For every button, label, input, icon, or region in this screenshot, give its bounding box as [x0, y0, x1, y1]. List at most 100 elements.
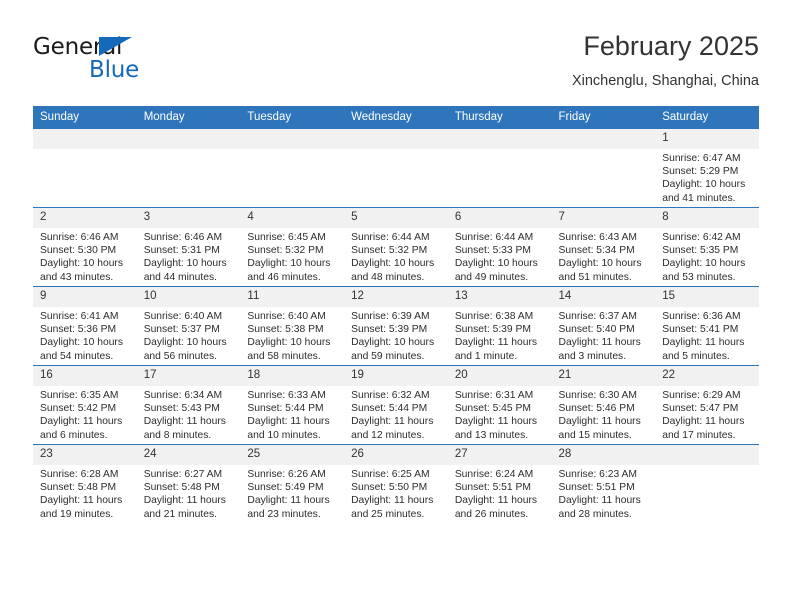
daylight-text: Daylight: 11 hours and 13 minutes. — [454, 416, 538, 441]
daylight-text: Daylight: 11 hours and 21 minutes. — [143, 495, 226, 520]
daylight-text: Daylight: 11 hours and 23 minutes. — [247, 495, 330, 520]
weekday-header-saturday: Saturday — [655, 106, 759, 129]
daylight-text: Daylight: 11 hours and 10 minutes. — [247, 416, 330, 441]
calendar-week-row: 1 Sunrise: 6:47 AM Sunset: 5:29 PM Daylight… — [33, 129, 759, 208]
sunrise-text: Sunrise: 6:25 AM — [351, 469, 430, 480]
day-number: 2 — [33, 208, 137, 228]
daylight-text: Daylight: 10 hours and 41 minutes. — [662, 179, 746, 204]
calendar-day-cell[interactable]: 19 Sunrise: 6:32 AM Sunset: 5:44 PM Dayligh… — [344, 365, 448, 445]
calendar-day-cell[interactable]: 15 Sunrise: 6:36 AM Sunset: 5:41 PM Dayligh… — [655, 286, 759, 366]
sunrise-text: Sunrise: 6:30 AM — [558, 390, 637, 401]
sunrise-text: Sunrise: 6:38 AM — [454, 311, 534, 322]
calendar-day-cell[interactable]: 7 Sunrise: 6:43 AM Sunset: 5:34 PM Daylight… — [551, 207, 656, 287]
day-number — [344, 129, 448, 149]
sunset-text: Sunset: 5:51 PM — [454, 482, 531, 494]
calendar-day-cell[interactable]: 5 Sunrise: 6:44 AM Sunset: 5:32 PM Daylight… — [344, 207, 448, 287]
day-number: 25 — [240, 445, 345, 465]
day-details: Sunrise: 6:36 AM Sunset: 5:41 PM Daylight:… — [655, 307, 759, 363]
daylight-text: Daylight: 11 hours and 28 minutes. — [558, 495, 641, 520]
day-number — [240, 129, 345, 149]
general-blue-logo[interactable]: General Blue — [33, 34, 263, 90]
sunset-text: Sunset: 5:34 PM — [558, 245, 635, 257]
sunrise-text: Sunrise: 6:29 AM — [662, 390, 741, 401]
day-details: Sunrise: 6:25 AM Sunset: 5:50 PM Daylight:… — [344, 465, 448, 521]
day-number: 13 — [447, 287, 552, 307]
day-details: Sunrise: 6:44 AM Sunset: 5:33 PM Daylight:… — [448, 228, 552, 284]
day-details: Sunrise: 6:46 AM Sunset: 5:31 PM Daylight:… — [137, 228, 241, 284]
sunrise-text: Sunrise: 6:34 AM — [143, 390, 223, 401]
daylight-text: Daylight: 10 hours and 58 minutes. — [247, 337, 331, 362]
day-details: Sunrise: 6:26 AM Sunset: 5:49 PM Daylight:… — [240, 465, 344, 521]
calendar-day-cell-empty — [551, 129, 656, 208]
day-number: 16 — [33, 366, 137, 386]
daylight-text: Daylight: 11 hours and 5 minutes. — [662, 337, 745, 362]
calendar-day-cell[interactable]: 27 Sunrise: 6:24 AM Sunset: 5:51 PM Dayligh… — [447, 444, 552, 523]
daylight-text: Daylight: 10 hours and 51 minutes. — [558, 258, 642, 283]
calendar-day-cell[interactable]: 28 Sunrise: 6:23 AM Sunset: 5:51 PM Dayligh… — [551, 444, 656, 523]
day-number: 4 — [240, 208, 345, 228]
day-details: Sunrise: 6:45 AM Sunset: 5:32 PM Daylight:… — [240, 228, 344, 284]
sunrise-text: Sunrise: 6:24 AM — [454, 469, 534, 480]
day-number: 20 — [447, 366, 552, 386]
calendar-week-row: 23 Sunrise: 6:28 AM Sunset: 5:48 PM Dayligh… — [33, 444, 759, 523]
day-details: Sunrise: 6:43 AM Sunset: 5:34 PM Daylight:… — [552, 228, 656, 284]
sunrise-text: Sunrise: 6:32 AM — [351, 390, 430, 401]
calendar-day-cell[interactable]: 12 Sunrise: 6:39 AM Sunset: 5:39 PM Dayligh… — [344, 286, 448, 366]
calendar-day-cell[interactable]: 13 Sunrise: 6:38 AM Sunset: 5:39 PM Dayligh… — [447, 286, 552, 366]
calendar-day-cell[interactable]: 2 Sunrise: 6:46 AM Sunset: 5:30 PM Daylight… — [33, 207, 137, 287]
calendar-day-cell[interactable]: 17 Sunrise: 6:34 AM Sunset: 5:43 PM Dayligh… — [136, 365, 241, 445]
day-number: 15 — [655, 287, 759, 307]
calendar-day-cell-empty — [33, 129, 137, 208]
daylight-text: Daylight: 11 hours and 25 minutes. — [351, 495, 434, 520]
daylight-text: Daylight: 10 hours and 59 minutes. — [351, 337, 435, 362]
title-block: February 2025 Xinchenglu, Shanghai, Chin… — [572, 30, 759, 92]
weekday-header-thursday: Thursday — [447, 106, 552, 129]
calendar-day-cell[interactable]: 18 Sunrise: 6:33 AM Sunset: 5:44 PM Dayligh… — [240, 365, 345, 445]
day-number: 5 — [344, 208, 448, 228]
sunset-text: Sunset: 5:47 PM — [662, 403, 739, 415]
calendar-day-cell[interactable]: 26 Sunrise: 6:25 AM Sunset: 5:50 PM Dayligh… — [344, 444, 448, 523]
sunset-text: Sunset: 5:36 PM — [40, 324, 117, 336]
calendar-day-cell[interactable]: 6 Sunrise: 6:44 AM Sunset: 5:33 PM Daylight… — [447, 207, 552, 287]
day-number: 26 — [344, 445, 448, 465]
calendar-day-cell[interactable]: 20 Sunrise: 6:31 AM Sunset: 5:45 PM Dayligh… — [447, 365, 552, 445]
sunrise-sunset-calendar-table: Sunday Monday Tuesday Wednesday Thursday… — [33, 106, 759, 523]
calendar-day-cell[interactable]: 3 Sunrise: 6:46 AM Sunset: 5:31 PM Daylight… — [136, 207, 241, 287]
daylight-text: Daylight: 11 hours and 26 minutes. — [454, 495, 538, 520]
calendar-day-cell[interactable]: 25 Sunrise: 6:26 AM Sunset: 5:49 PM Dayligh… — [240, 444, 345, 523]
calendar-day-cell-empty — [136, 129, 241, 208]
sunrise-text: Sunrise: 6:39 AM — [351, 311, 430, 322]
sunrise-text: Sunrise: 6:26 AM — [247, 469, 326, 480]
sunset-text: Sunset: 5:32 PM — [351, 245, 428, 257]
day-number: 11 — [240, 287, 345, 307]
calendar-day-cell[interactable]: 10 Sunrise: 6:40 AM Sunset: 5:37 PM Dayligh… — [136, 286, 241, 366]
calendar-day-cell[interactable]: 22 Sunrise: 6:29 AM Sunset: 5:47 PM Dayligh… — [655, 365, 759, 445]
calendar-day-cell[interactable]: 21 Sunrise: 6:30 AM Sunset: 5:46 PM Dayligh… — [551, 365, 656, 445]
weekday-header-monday: Monday — [136, 106, 241, 129]
calendar-day-cell[interactable]: 8 Sunrise: 6:42 AM Sunset: 5:35 PM Daylight… — [655, 207, 759, 287]
daylight-text: Daylight: 11 hours and 15 minutes. — [558, 416, 641, 441]
calendar-day-cell[interactable]: 24 Sunrise: 6:27 AM Sunset: 5:48 PM Dayligh… — [136, 444, 241, 523]
calendar-day-cell-empty — [344, 129, 448, 208]
daylight-text: Daylight: 11 hours and 12 minutes. — [351, 416, 434, 441]
sunrise-text: Sunrise: 6:43 AM — [558, 232, 637, 243]
day-details: Sunrise: 6:40 AM Sunset: 5:38 PM Daylight:… — [240, 307, 344, 363]
calendar-day-cell[interactable]: 11 Sunrise: 6:40 AM Sunset: 5:38 PM Dayligh… — [240, 286, 345, 366]
day-number: 23 — [33, 445, 137, 465]
calendar-day-cell[interactable]: 1 Sunrise: 6:47 AM Sunset: 5:29 PM Daylight… — [655, 129, 759, 208]
calendar-day-cell[interactable]: 16 Sunrise: 6:35 AM Sunset: 5:42 PM Dayligh… — [33, 365, 137, 445]
day-number — [551, 129, 656, 149]
daylight-text: Daylight: 10 hours and 49 minutes. — [454, 258, 538, 283]
daylight-text: Daylight: 11 hours and 8 minutes. — [143, 416, 226, 441]
calendar-day-cell[interactable]: 14 Sunrise: 6:37 AM Sunset: 5:40 PM Dayligh… — [551, 286, 656, 366]
calendar-header-row-group: Sunday Monday Tuesday Wednesday Thursday… — [33, 106, 759, 129]
day-number: 18 — [240, 366, 345, 386]
sunset-text: Sunset: 5:37 PM — [143, 324, 220, 336]
day-details: Sunrise: 6:38 AM Sunset: 5:39 PM Daylight:… — [448, 307, 552, 363]
calendar-day-cell[interactable]: 23 Sunrise: 6:28 AM Sunset: 5:48 PM Dayligh… — [33, 444, 137, 523]
calendar-day-cell[interactable]: 4 Sunrise: 6:45 AM Sunset: 5:32 PM Daylight… — [240, 207, 345, 287]
day-number: 6 — [447, 208, 552, 228]
day-details: Sunrise: 6:31 AM Sunset: 5:45 PM Daylight:… — [448, 386, 552, 442]
sunset-text: Sunset: 5:39 PM — [454, 324, 531, 336]
calendar-day-cell[interactable]: 9 Sunrise: 6:41 AM Sunset: 5:36 PM Daylight… — [33, 286, 137, 366]
